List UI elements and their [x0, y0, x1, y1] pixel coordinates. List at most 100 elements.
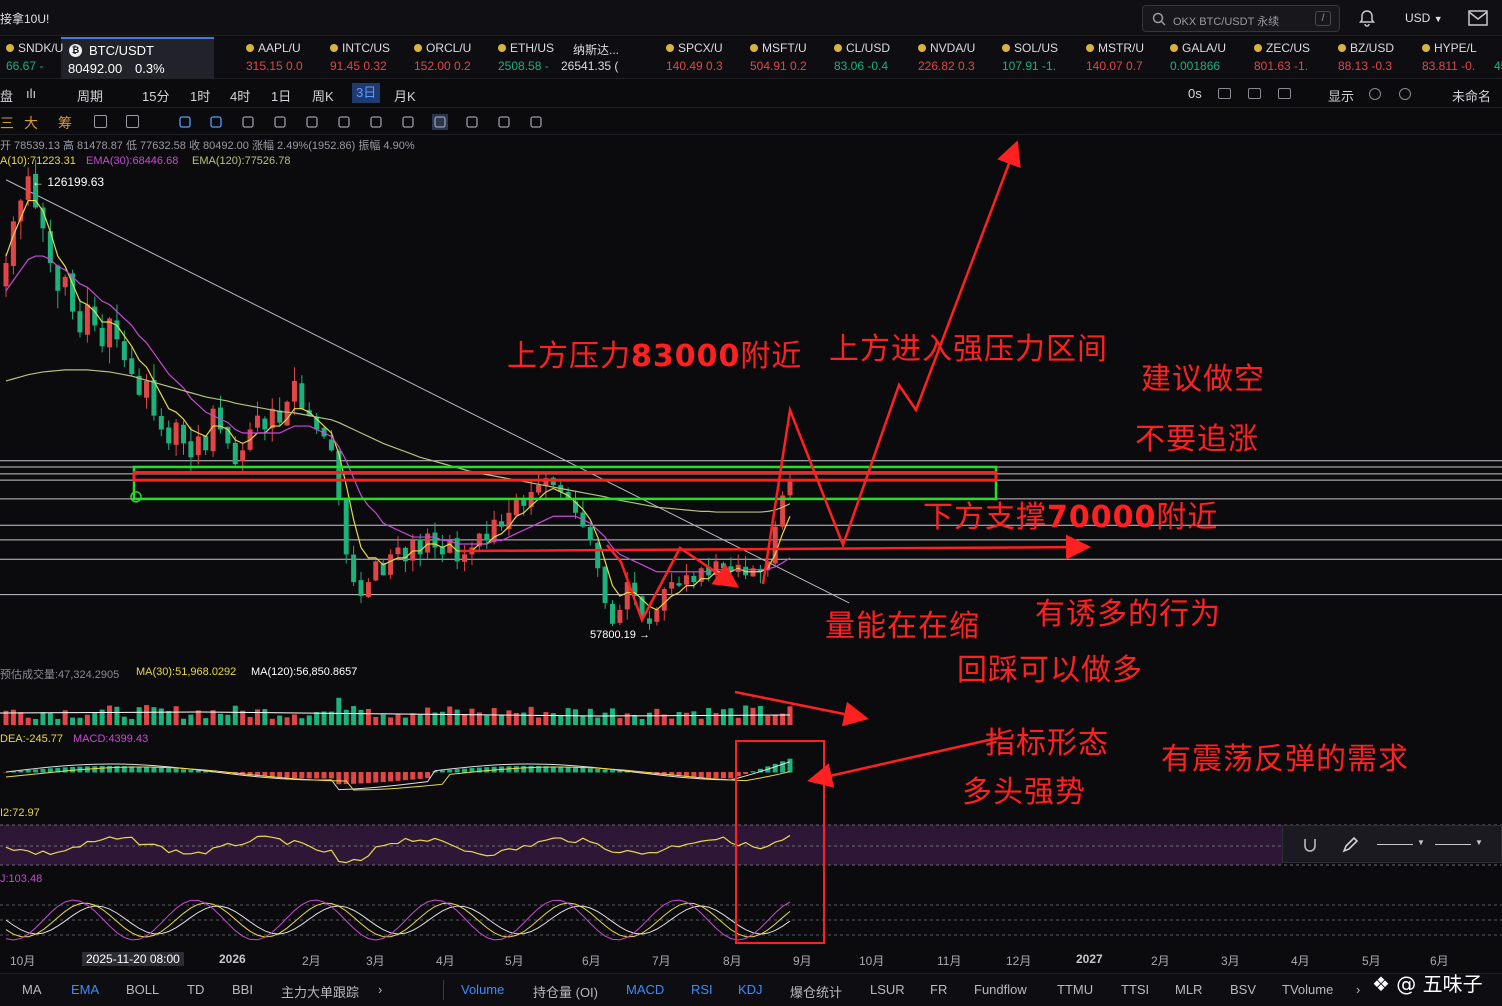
low-price-value: 57800.19 [590, 629, 636, 641]
x-axis-tick: 2月 [1151, 954, 1170, 968]
annotation-volume-shrink: 量能在在缩 [825, 609, 980, 644]
annotation-support: 下方支撑70000附近 [923, 492, 1218, 536]
macd-bar [609, 770, 615, 773]
binance-logo-icon: ❖ [1372, 972, 1390, 996]
candle-body [513, 498, 519, 516]
volume-bar [40, 712, 46, 725]
volume-bar [676, 712, 682, 725]
volume-bar [351, 706, 357, 725]
watermark: ❖ @ 五味子 [1372, 968, 1483, 997]
volume-bar [373, 716, 379, 725]
macd-bar [18, 770, 24, 773]
volume-bar [92, 712, 98, 725]
indicator-tab[interactable]: BSV [1230, 982, 1256, 997]
macd-bar [410, 772, 416, 780]
indicator-tab[interactable]: BBI [232, 982, 253, 997]
rsi-panel [0, 824, 1502, 866]
pencil-icon[interactable] [1341, 836, 1359, 854]
candle-body [425, 533, 431, 553]
indicator-tab[interactable]: TD [187, 982, 204, 997]
volume-bar [713, 712, 719, 725]
candle-body [373, 561, 379, 581]
indicator-tab[interactable]: FR [930, 982, 947, 997]
volume-bar [114, 706, 120, 725]
indicator-tab[interactable]: TVolume [1282, 982, 1333, 997]
macd-bar [565, 767, 571, 773]
chevron-down-icon[interactable]: ▼ [1417, 838, 1425, 847]
high-price-value: 126199.63 [47, 175, 105, 189]
volume-bar [314, 712, 320, 725]
indicator-tab[interactable]: Fundflow [974, 982, 1027, 997]
indicator-tab[interactable]: KDJ [738, 982, 763, 997]
candle-body [240, 450, 246, 462]
macd-bar [351, 772, 357, 784]
volume-bar [462, 713, 468, 725]
indicator-tab[interactable]: 主力大单跟踪 [281, 982, 359, 1001]
annotation-strong-zone: 上方进入强压力区间 [829, 332, 1108, 367]
volume-bar [528, 706, 534, 725]
candle-body [351, 554, 357, 583]
indicator-tab[interactable]: TTSI [1121, 982, 1149, 997]
price-chart[interactable] [0, 0, 1502, 972]
magnet-icon[interactable] [1301, 836, 1319, 854]
x-axis-tick: 9月 [793, 954, 812, 968]
indicator-tab[interactable]: › [378, 982, 382, 997]
macd-bar [25, 770, 31, 773]
macd-bar [780, 761, 786, 773]
candle-body [10, 221, 16, 266]
volume-bar [521, 712, 527, 725]
candle-body [99, 327, 105, 347]
macd-bar [720, 772, 726, 779]
indicator-tab[interactable]: MLR [1175, 982, 1202, 997]
macd-bar [587, 768, 593, 773]
candle-body [84, 304, 90, 335]
kdj-panel [0, 899, 1502, 941]
volume-bar [144, 705, 150, 725]
volume-bar [277, 715, 283, 725]
indicator-tab[interactable]: 持仓量 (OI) [533, 982, 598, 1001]
low-price-label: 57800.19 → [590, 629, 650, 641]
volume-bar [632, 715, 638, 725]
macd-bar [284, 772, 290, 778]
volume-bar [639, 718, 645, 725]
indicator-tab[interactable]: EMA [71, 982, 99, 997]
volume-bar [107, 705, 113, 725]
indicator-tab[interactable]: MA [22, 982, 42, 997]
candle-body [195, 436, 201, 456]
indicator-tab[interactable]: TTMU [1057, 982, 1093, 997]
macd-bar [595, 768, 601, 773]
macd-bar [462, 768, 468, 773]
volume-bar [772, 714, 778, 725]
x-axis-tick: 6月 [1430, 954, 1449, 968]
x-axis-tick: 3月 [366, 954, 385, 968]
volume-bar [358, 709, 364, 725]
volume-bar [99, 709, 105, 725]
chevron-down-icon[interactable]: ▼ [1475, 838, 1483, 847]
macd-bar [62, 767, 68, 773]
candle-body [462, 554, 468, 562]
indicator-tab[interactable]: LSUR [870, 982, 905, 997]
volume-bar [765, 715, 771, 725]
macd-bar [484, 767, 490, 773]
candle-body [173, 422, 179, 445]
indicator-tab[interactable]: 爆仓统计 [790, 982, 842, 1001]
chart-app: 接拿10U! OKX BTC/USDT 永续 / USD ▼ ₿ BTC/USD… [0, 0, 1502, 1006]
candle-body [661, 589, 667, 611]
indicator-tab[interactable]: MACD [626, 982, 664, 997]
line-style-select[interactable] [1377, 844, 1413, 845]
indicator-tab[interactable]: BOLL [126, 982, 159, 997]
volume-bar [491, 708, 497, 725]
macd-bar [743, 772, 749, 775]
indicator-tab[interactable]: Volume [461, 982, 504, 997]
volume-bar [247, 716, 253, 725]
line-width-select[interactable] [1435, 844, 1471, 845]
support-number: 70000 [1047, 500, 1157, 535]
macd-bar [92, 766, 98, 773]
indicator-tab[interactable]: › [1356, 982, 1360, 997]
macd-bar [173, 768, 179, 773]
indicator-tab[interactable]: RSI [691, 982, 713, 997]
volume-bar [417, 714, 423, 725]
volume-bar [173, 706, 179, 725]
candle-body [166, 427, 172, 444]
resistance-text: 上方压力 [507, 339, 631, 374]
